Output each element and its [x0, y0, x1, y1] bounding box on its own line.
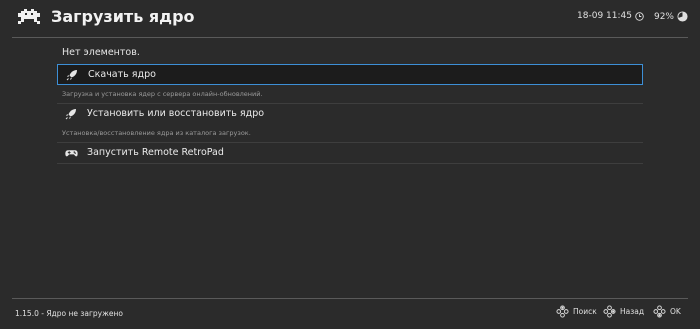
back-button-label: Назад: [620, 307, 645, 316]
menu-item-label: Запустить Remote RetroPad: [87, 147, 224, 158]
menu-item-install-core[interactable]: Установить или восстановить ядро: [57, 104, 643, 125]
back-button[interactable]: Назад: [603, 305, 644, 318]
ok-button-label: OK: [670, 307, 681, 316]
battery-status: 92%: [654, 11, 688, 22]
retroarch-screen: Загрузить ядро 18-09 11:45 92% Нет элеме…: [0, 0, 700, 329]
header: Загрузить ядро 18-09 11:45 92%: [0, 0, 700, 36]
empty-list-text: Нет элементов.: [62, 47, 140, 58]
retroarch-logo-icon: [18, 9, 40, 24]
dpad-icon: [653, 305, 666, 318]
menu-item-sublabel: Загрузка и установка ядер с сервера онла…: [62, 90, 263, 98]
datetime-text: 18-09 11:45: [577, 11, 632, 21]
clock-icon: [635, 11, 644, 21]
clock: 18-09 11:45: [577, 11, 644, 21]
list-separator: [57, 163, 643, 164]
dpad-icon: [556, 305, 569, 318]
footer-divider: [12, 298, 688, 299]
menu-item-label: Установить или восстановить ядро: [87, 108, 265, 119]
page-title: Загрузить ядро: [51, 7, 195, 26]
rocket-icon: [66, 70, 77, 81]
version-status: 1.15.0 - Ядро не загружено: [15, 309, 123, 318]
battery-icon: [677, 11, 688, 22]
search-button[interactable]: Поиск: [556, 305, 597, 318]
dpad-icon: [603, 305, 616, 318]
search-button-label: Поиск: [573, 307, 597, 316]
battery-text: 92%: [653, 11, 674, 22]
menu-item-sublabel: Установка/восстановление ядра из каталог…: [62, 129, 251, 137]
menu-item-download-core[interactable]: Скачать ядро: [57, 64, 643, 85]
header-divider: [12, 37, 688, 38]
menu-item-remote-retropad[interactable]: Запустить Remote RetroPad: [57, 143, 643, 164]
gamepad-icon: [65, 150, 78, 157]
ok-button[interactable]: OK: [653, 305, 681, 318]
menu-item-label: Скачать ядро: [88, 69, 156, 80]
rocket-icon: [65, 109, 76, 120]
